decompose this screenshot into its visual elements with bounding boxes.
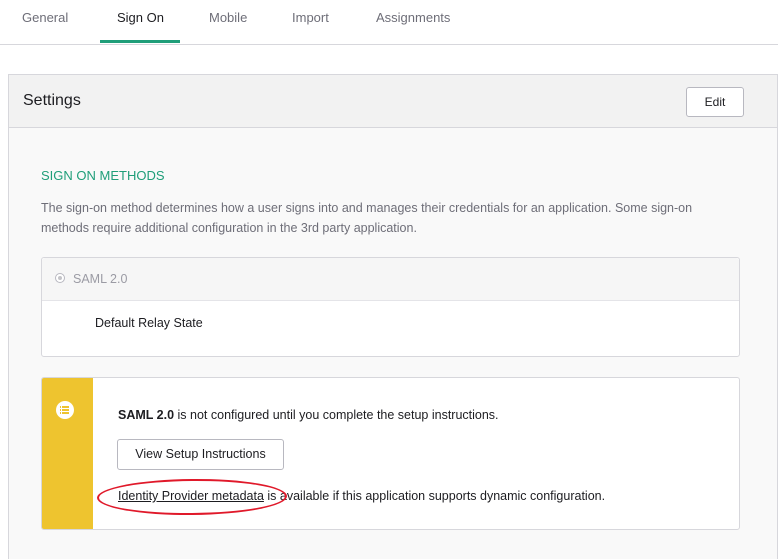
tab-assignments[interactable]: Assignments bbox=[376, 10, 450, 25]
notice-bold-text: SAML 2.0 bbox=[118, 408, 175, 422]
sign-on-methods-heading: SIGN ON METHODS bbox=[41, 168, 165, 183]
settings-panel: Settings Edit SIGN ON METHODS The sign-o… bbox=[8, 74, 778, 559]
default-relay-state-label: Default Relay State bbox=[95, 316, 203, 330]
settings-header: Settings Edit bbox=[9, 75, 777, 128]
sign-on-methods-description: The sign-on method determines how a user… bbox=[41, 201, 693, 235]
saml-radio-button[interactable] bbox=[55, 273, 65, 283]
notice-message-text: is not configured until you complete the… bbox=[174, 408, 499, 422]
notice-stripe bbox=[42, 378, 93, 529]
list-icon bbox=[56, 401, 74, 419]
saml-method-box: SAML 2.0 Default Relay State bbox=[41, 257, 740, 357]
notice-message: SAML 2.0 is not configured until you com… bbox=[118, 408, 499, 422]
tab-mobile[interactable]: Mobile bbox=[209, 10, 247, 25]
tab-import[interactable]: Import bbox=[292, 10, 329, 25]
edit-button[interactable]: Edit bbox=[686, 87, 744, 117]
tab-general[interactable]: General bbox=[22, 10, 68, 25]
setup-notice: SAML 2.0 is not configured until you com… bbox=[41, 377, 740, 530]
identity-provider-metadata-link[interactable]: Identity Provider metadata bbox=[118, 489, 264, 503]
saml-option-row: SAML 2.0 bbox=[42, 258, 739, 301]
metadata-line: Identity Provider metadata is available … bbox=[118, 489, 605, 503]
tab-bar: General Sign On Mobile Import Assignment… bbox=[0, 0, 778, 45]
tab-sign-on[interactable]: Sign On bbox=[117, 10, 164, 25]
active-tab-indicator bbox=[100, 40, 180, 43]
settings-title: Settings bbox=[23, 92, 81, 109]
saml-option-label: SAML 2.0 bbox=[73, 272, 128, 286]
view-setup-instructions-button[interactable]: View Setup Instructions bbox=[117, 439, 284, 470]
metadata-suffix-text: is available if this application support… bbox=[263, 489, 606, 503]
